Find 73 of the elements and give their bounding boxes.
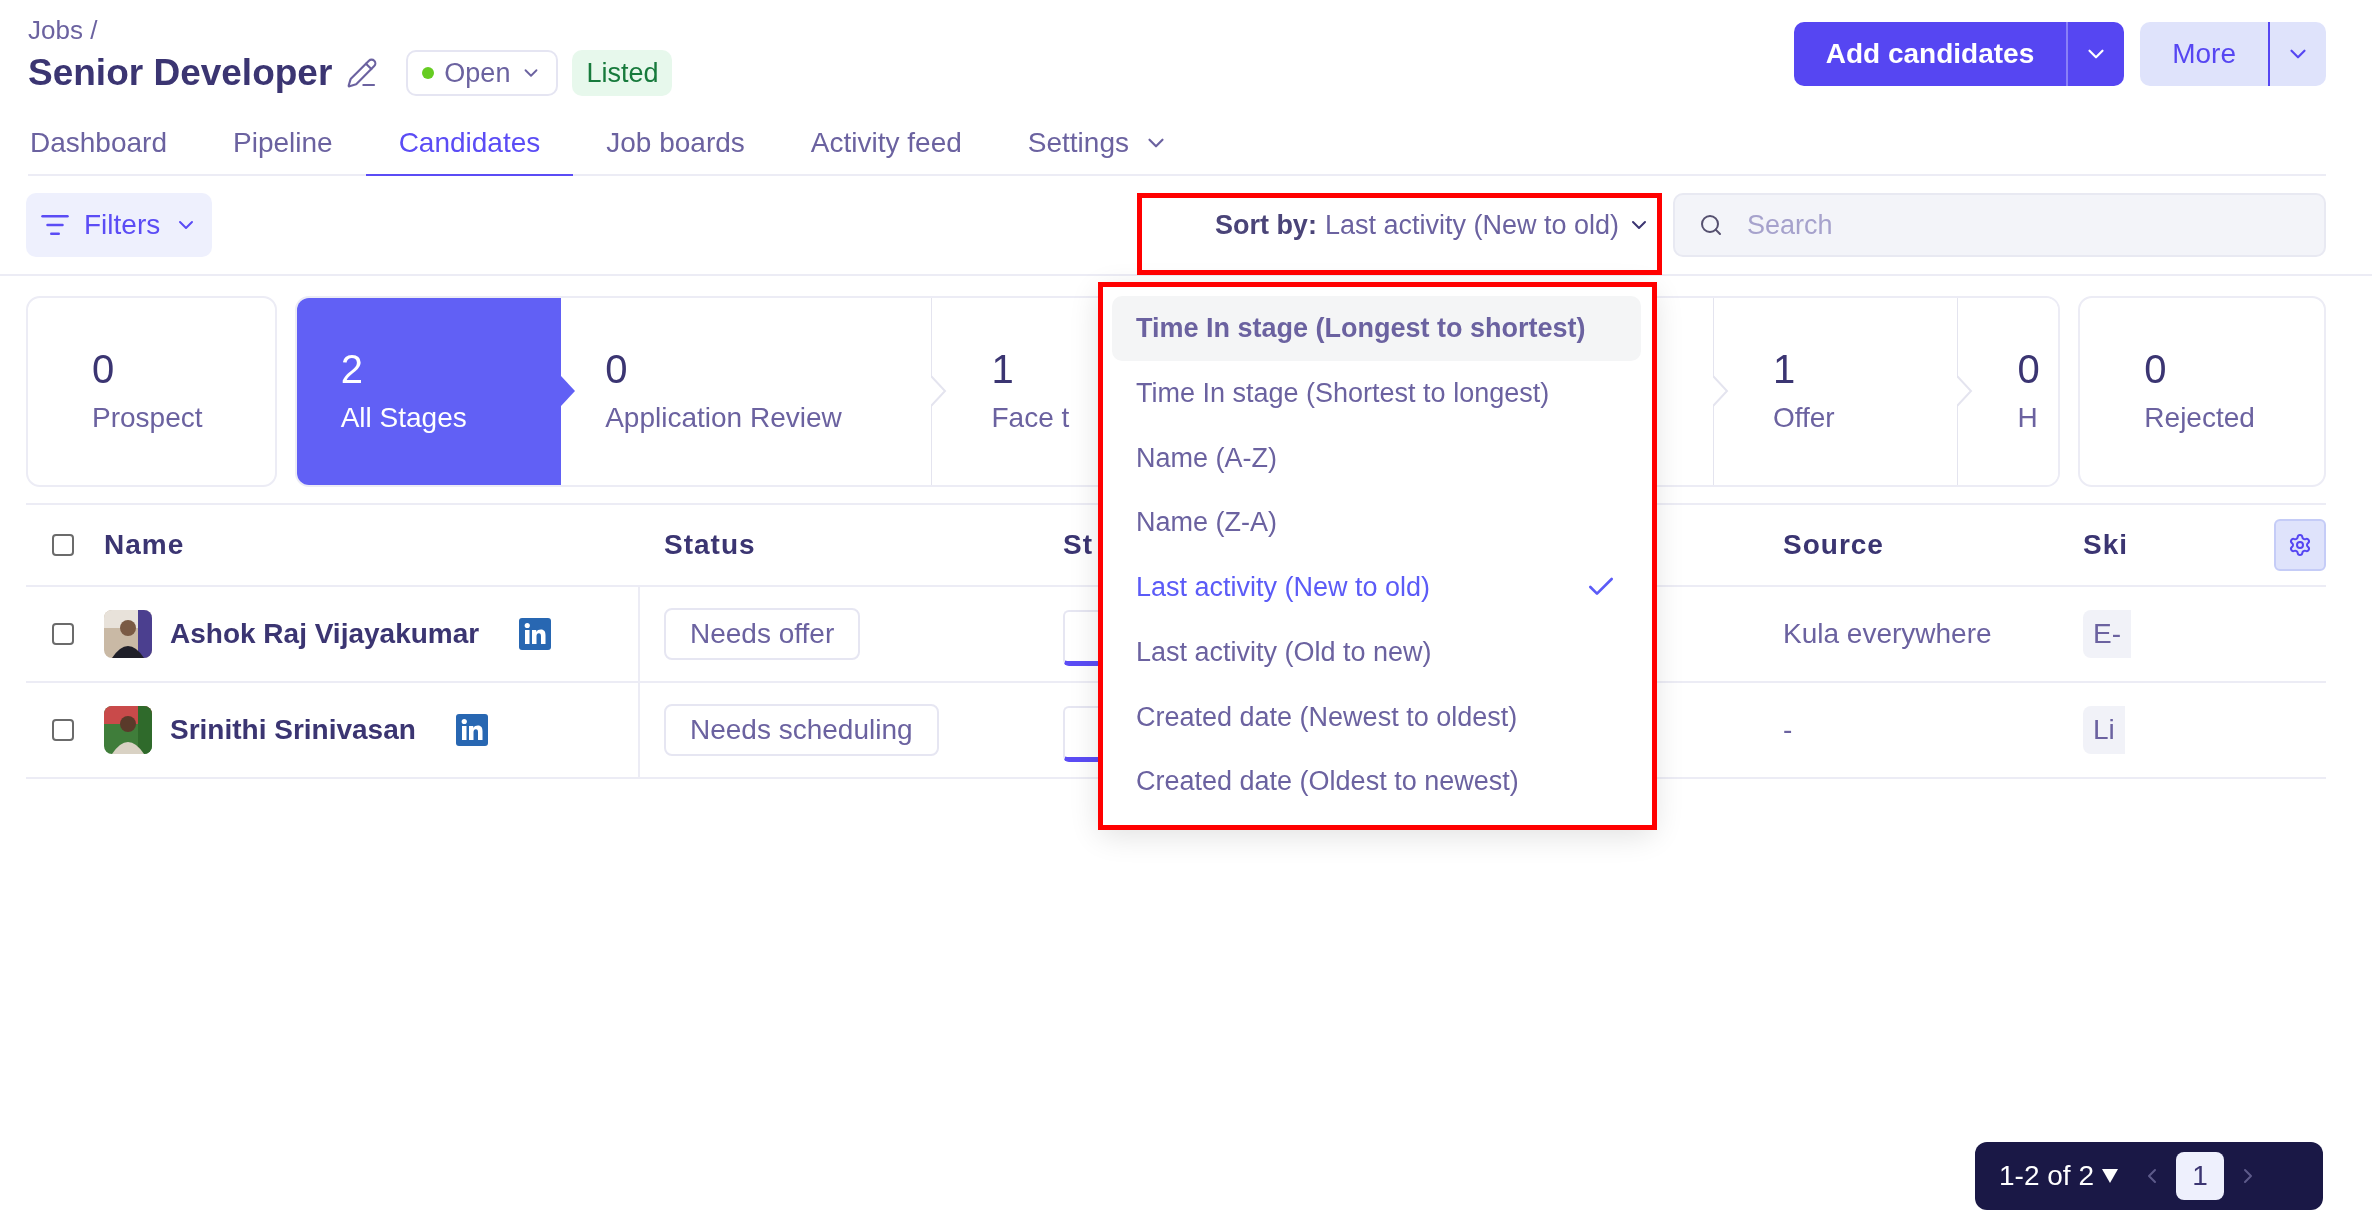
- stage-label: Offer: [1772, 400, 1835, 435]
- search-field[interactable]: Search: [1673, 193, 2326, 257]
- breadcrumb[interactable]: Jobs /: [28, 14, 673, 46]
- menu-item[interactable]: Time In stage (Longest to shortest): [1112, 296, 1641, 361]
- sort-dropdown[interactable]: Sort by: Last activity (New to old): [1206, 193, 1659, 257]
- stage-selector[interactable]: [1063, 706, 1098, 762]
- menu-item[interactable]: Name (A-Z): [1112, 425, 1641, 491]
- checkbox[interactable]: [52, 534, 74, 556]
- checkbox[interactable]: [52, 719, 74, 741]
- stage-card[interactable]: 0 Prospect: [26, 296, 277, 487]
- tab[interactable]: Job boards: [573, 112, 778, 176]
- column-header: Source: [1783, 528, 1884, 562]
- filters-button[interactable]: Filters: [26, 193, 213, 257]
- status-tag: Needs scheduling: [664, 704, 939, 756]
- stage-count: 0: [2017, 345, 2040, 393]
- stage-label: All Stages: [340, 400, 467, 435]
- stage-count: 1: [1772, 345, 1796, 393]
- skill-tag: Li: [2083, 706, 2125, 754]
- column-header: St: [1063, 528, 1093, 562]
- dropdown-button[interactable]: [2268, 22, 2326, 86]
- candidate-name[interactable]: Srinithi Srinivasan: [170, 709, 416, 751]
- stage-count: 0: [605, 345, 628, 393]
- listed-badge: Listed: [572, 50, 673, 96]
- stage-label: Face t: [991, 400, 1070, 435]
- stage-label: Application Review: [605, 400, 842, 435]
- sort-value: Last activity (New to old): [1324, 208, 1619, 242]
- menu-item[interactable]: Last activity (Old to new): [1112, 619, 1641, 685]
- column-header: Name: [104, 528, 185, 562]
- menu-item[interactable]: Last activity (New to old): [1112, 555, 1641, 620]
- menu-item[interactable]: Created date (Oldest to newest): [1112, 749, 1641, 814]
- stage-step[interactable]: 2 All Stages: [296, 298, 562, 485]
- column-header: Ski: [2083, 528, 2129, 562]
- stage-count: 0: [92, 345, 115, 393]
- dropdown-button[interactable]: [2066, 22, 2125, 86]
- source-text: -: [1783, 713, 1793, 747]
- menu-item[interactable]: Time In stage (Shortest to longest): [1112, 360, 1641, 426]
- tab[interactable]: Candidates: [365, 112, 574, 176]
- search-input[interactable]: Search: [1747, 204, 2300, 246]
- tab[interactable]: Dashboard: [28, 112, 200, 176]
- stage-label: H: [2017, 400, 2038, 435]
- action-button[interactable]: More: [2140, 22, 2268, 86]
- status-tag: Needs offer: [664, 608, 861, 660]
- stage-count: 1: [991, 345, 1014, 393]
- column-header: Status: [664, 528, 756, 562]
- skill-tag: E-: [2083, 610, 2131, 658]
- job-title: Senior Developer: [28, 51, 333, 95]
- stage-label: Prospect: [92, 400, 203, 435]
- sort-label: Sort by:: [1214, 208, 1317, 242]
- action-button[interactable]: Add candidates: [1793, 22, 2067, 86]
- stage-count: 2: [340, 345, 363, 393]
- status-dropdown[interactable]: Open: [406, 50, 559, 96]
- stage-count: 0: [2144, 345, 2167, 393]
- candidate-name[interactable]: Ashok Raj Vijayakumar: [170, 613, 480, 655]
- tab[interactable]: Settings: [994, 112, 1202, 176]
- stage-card[interactable]: 0 Rejected: [2078, 296, 2326, 487]
- settings-button[interactable]: [2274, 519, 2326, 571]
- stage-selector[interactable]: [1063, 610, 1098, 666]
- page-button[interactable]: 1: [2175, 1152, 2224, 1200]
- pencil-icon[interactable]: [346, 57, 379, 89]
- checkbox[interactable]: [52, 623, 74, 645]
- arrow-icon: [561, 376, 576, 406]
- tab[interactable]: Activity feed: [777, 112, 995, 176]
- source-text: Kula everywhere: [1783, 617, 1992, 651]
- menu-item[interactable]: Name (Z-A): [1112, 490, 1641, 555]
- linkedin-icon[interactable]: [455, 714, 488, 746]
- tab[interactable]: Pipeline: [200, 112, 366, 176]
- page-size-dropdown[interactable]: 1-2 of 2: [1999, 1155, 2118, 1197]
- search-icon: [1699, 213, 1723, 237]
- caret-icon: [2101, 1169, 2118, 1183]
- gear-icon: [2288, 533, 2312, 557]
- linkedin-icon[interactable]: [519, 618, 552, 650]
- stage-label: Rejected: [2144, 400, 2255, 435]
- menu-item[interactable]: Created date (Newest to oldest): [1112, 684, 1641, 750]
